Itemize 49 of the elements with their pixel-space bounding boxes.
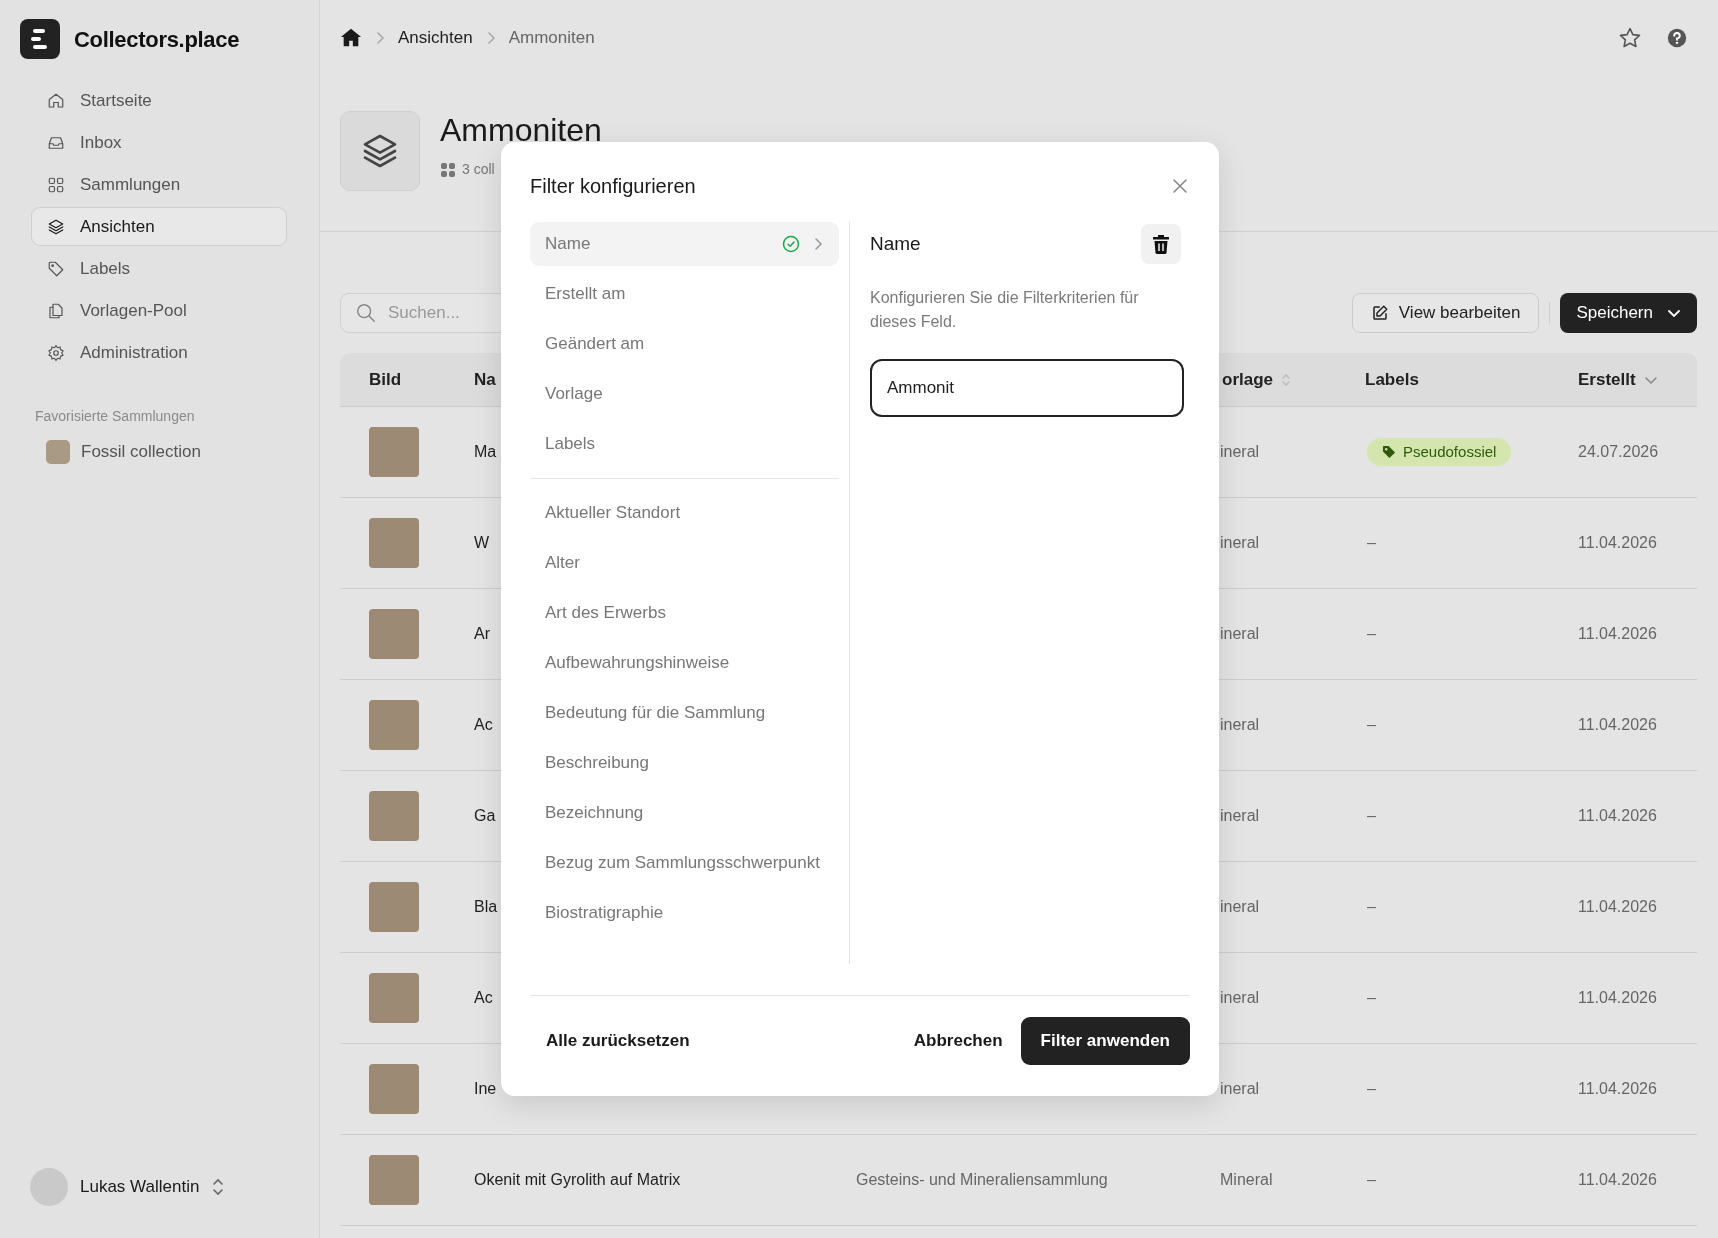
column-header: Na — [474, 368, 496, 391]
table-cell: 11.04.2026 — [1578, 1080, 1657, 1098]
table-cell: – — [1367, 807, 1376, 825]
label-tag: Pseudofossiel — [1367, 437, 1512, 467]
table-cell: ineral — [1220, 443, 1260, 461]
column-header: Labels — [1365, 368, 1419, 391]
field-title: Name — [870, 232, 921, 256]
table-cell: 11.04.2026 — [1578, 989, 1657, 1007]
table-cell: ineral — [1220, 807, 1260, 825]
column-header: orlage — [1222, 368, 1274, 391]
table-cell: Bla — [474, 898, 498, 916]
table-cell: Ar — [474, 625, 490, 643]
table-cell: 11.04.2026 — [1578, 807, 1657, 825]
table-cell: – — [1367, 989, 1376, 1007]
table-cell: 24.07.2026 — [1578, 443, 1659, 461]
table-cell: Ac — [474, 989, 493, 1007]
table-cell: Ga — [474, 807, 496, 825]
table-cell: Mineral — [1220, 1171, 1273, 1189]
table-cell: ineral — [1220, 625, 1260, 643]
brand-name: Collectors.place — [74, 25, 240, 54]
table-cell: Okenit mit Gyrolith auf Matrix — [474, 1171, 681, 1189]
table-cell: ineral — [1220, 716, 1260, 734]
table-cell: Gesteins- und Mineraliensammlung — [856, 1171, 1108, 1189]
table-cell: – — [1367, 625, 1376, 643]
column-header: Bild — [369, 368, 402, 391]
table-cell: ineral — [1220, 989, 1260, 1007]
table-cell: 11.04.2026 — [1578, 534, 1657, 552]
table-cell: ineral — [1220, 1080, 1260, 1098]
table-cell: ineral — [1220, 534, 1260, 552]
table-cell: – — [1367, 716, 1376, 734]
table-cell: – — [1367, 898, 1376, 916]
table-cell: W — [474, 534, 490, 552]
table-cell: ineral — [1220, 898, 1260, 916]
table-cell: 11.04.2026 — [1578, 625, 1657, 643]
table-cell: 11.04.2026 — [1578, 716, 1657, 734]
table-cell: Ine — [474, 1080, 497, 1098]
table-cell: – — [1367, 1080, 1376, 1098]
field-description: Konfigurieren Sie die Filterkriterien für dieses Feld. — [870, 288, 1140, 332]
collection-count: 3 coll — [462, 160, 495, 180]
dialog-title: Filter konfigurieren — [530, 174, 696, 198]
page-title: Ammoniten — [440, 111, 602, 150]
table-cell: Ac — [474, 716, 493, 734]
table-cell: Ma — [474, 443, 497, 461]
table-cell: – — [1367, 1171, 1376, 1189]
table-cell: – — [1367, 534, 1376, 552]
table-cell: 11.04.2026 — [1578, 898, 1657, 916]
column-header: Erstellt — [1578, 368, 1636, 391]
table-cell: 11.04.2026 — [1578, 1171, 1657, 1189]
section-heading: Favorisierte Sammlungen — [35, 407, 196, 426]
